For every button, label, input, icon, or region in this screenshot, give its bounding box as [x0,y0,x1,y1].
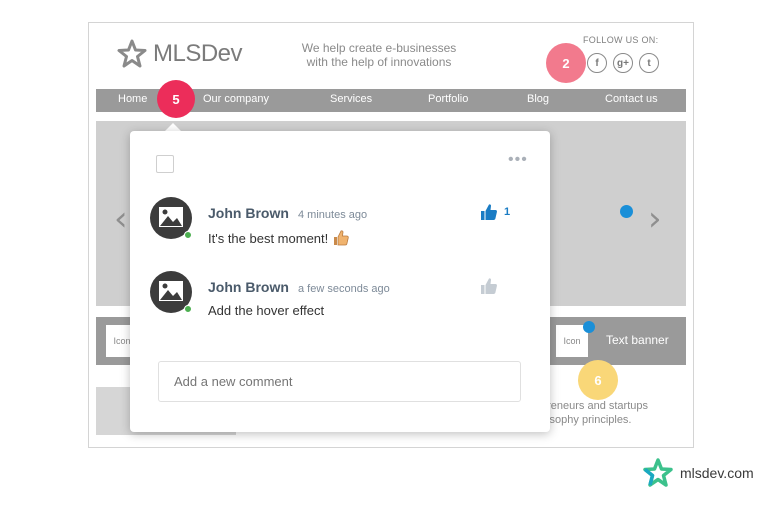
more-options-icon[interactable]: ••• [508,151,528,169]
google-plus-icon[interactable]: g+ [613,53,633,73]
banner-text: Text banner [606,333,669,347]
like-button[interactable] [480,277,504,295]
comment-item: John Brown 4 minutes ago It's the best m… [150,197,530,247]
online-status-dot [184,305,192,313]
mlsdev-brand: mlsdev.com [642,458,754,488]
thumbs-up-icon [481,278,497,294]
like-button[interactable]: 1 [480,203,510,221]
nav-services[interactable]: Services [330,93,372,105]
step-badge-5: 5 [157,80,195,118]
comment-author[interactable]: John Brown [208,279,289,295]
comment-item: John Brown a few seconds ago Add the hov… [150,271,530,321]
thumbs-up-emoji-icon [334,230,349,246]
logo[interactable]: MLSDev [117,39,243,69]
follow-us-label: FOLLOW US ON: [583,35,659,45]
mlsdev-star-logo-icon [643,458,673,487]
step-badge-2: 2 [546,43,586,83]
nav-contact-us[interactable]: Contact us [605,93,658,105]
step-badge-6: 6 [578,360,618,400]
nav-blog[interactable]: Blog [527,93,549,105]
logo-text: MLSDev [153,40,243,67]
comments-popup: ••• John Brown 4 minutes ago It's the be… [130,131,550,432]
comment-time: 4 minutes ago [298,209,368,221]
comment-author[interactable]: John Brown [208,205,289,221]
nav-portfolio[interactable]: Portfolio [428,93,468,105]
add-comment-input[interactable] [158,361,521,402]
online-status-dot [184,231,192,239]
comment-time: a few seconds ago [298,283,390,295]
thumbs-up-icon [481,204,497,220]
banner-hotspot-dot[interactable] [583,321,595,333]
facebook-icon[interactable]: f [587,53,607,73]
twitter-icon[interactable]: t [639,53,659,73]
lower-text: preneurs and startups losophy principles… [541,400,649,426]
star-logo-icon [117,39,147,68]
brand-text: mlsdev.com [680,465,754,481]
like-count: 1 [504,206,511,218]
slider-next-arrow-icon[interactable]: › [648,199,662,239]
slider-prev-arrow-icon[interactable]: ‹ [114,199,128,239]
comment-text: Add the hover effect [208,303,325,318]
select-checkbox[interactable] [156,155,174,173]
nav-home[interactable]: Home [118,93,147,105]
comment-text: It's the best moment! [208,229,350,247]
slider-hotspot-dot[interactable] [620,205,633,218]
nav-our-company[interactable]: Our company [203,93,269,105]
social-links: f g+ t [587,53,659,73]
tagline: We help create e-businesses with the hel… [301,41,457,69]
